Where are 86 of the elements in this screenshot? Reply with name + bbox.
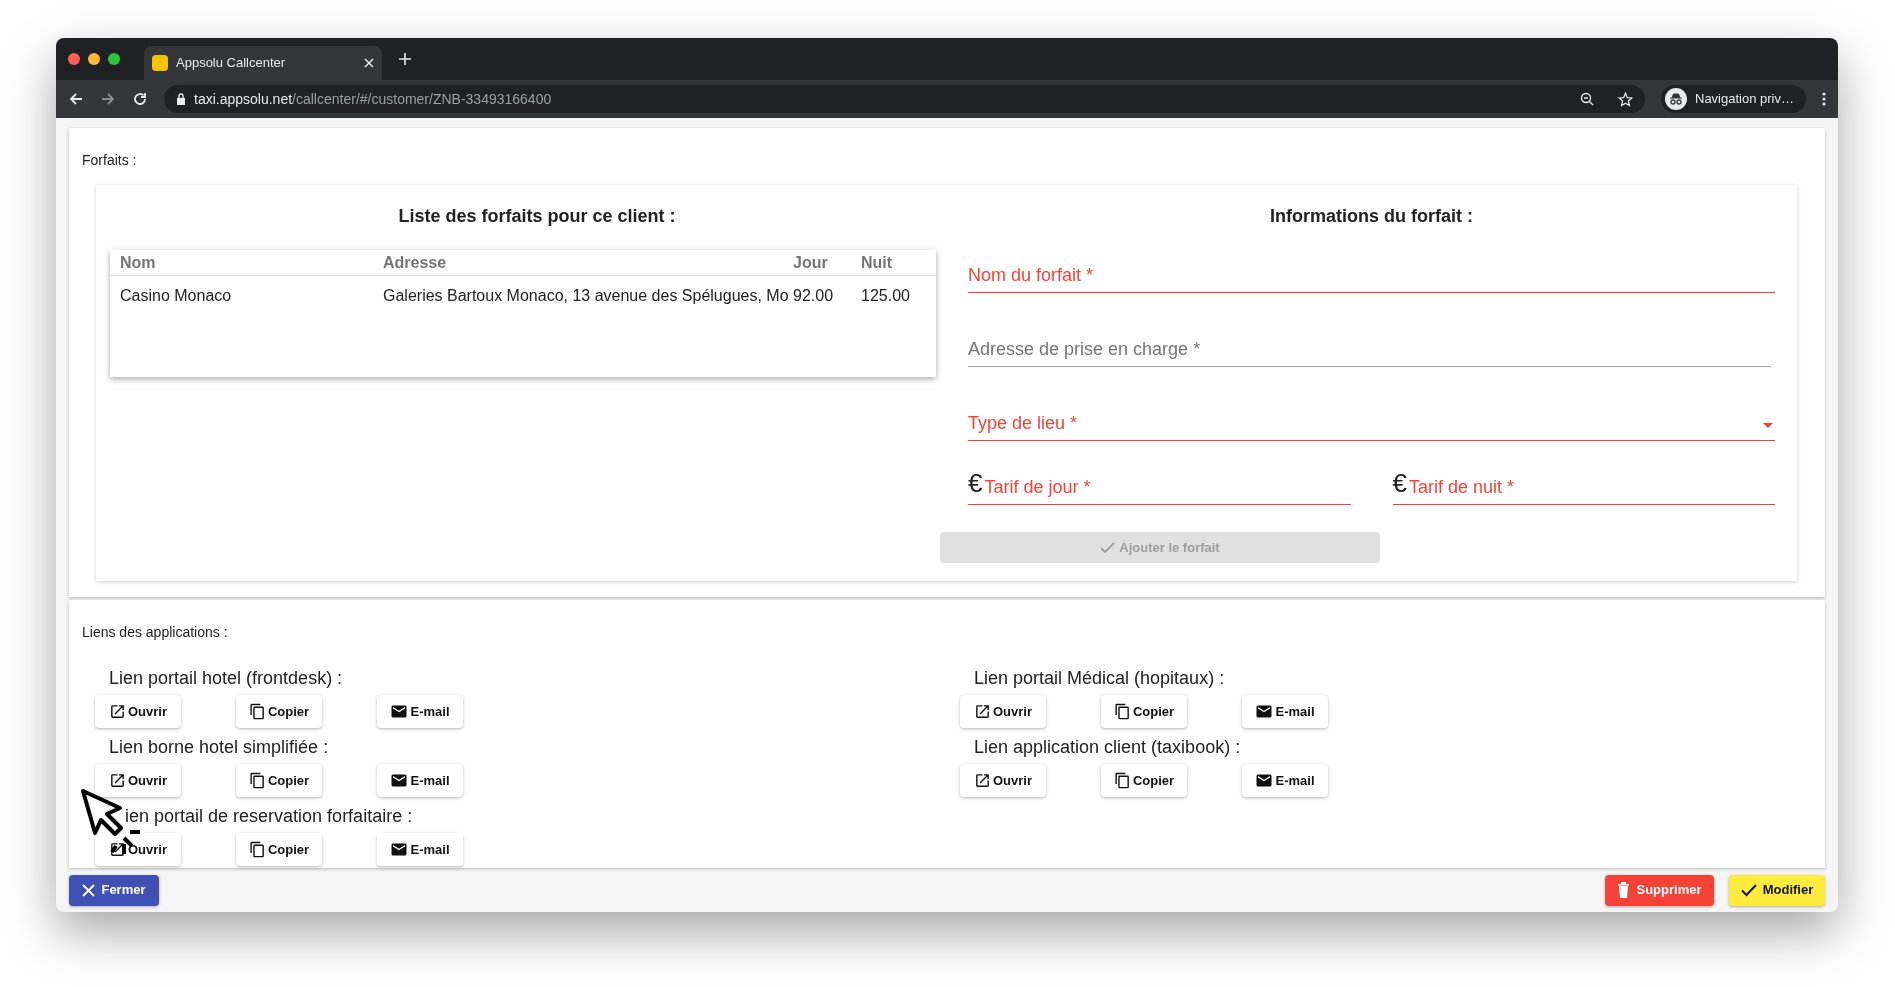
open-external-icon xyxy=(974,703,991,720)
open-external-icon xyxy=(974,772,991,789)
incognito-icon xyxy=(1665,88,1687,110)
input-field[interactable]: Adresse de prise en charge * xyxy=(968,337,1771,367)
copy-icon xyxy=(1113,702,1131,721)
column-header: Nom xyxy=(119,252,157,273)
envelope-icon xyxy=(390,842,409,857)
input-field[interactable]: Type de lieu * xyxy=(968,411,1775,441)
more-menu-icon[interactable] xyxy=(1822,92,1826,106)
link-group-title: Lien borne hotel simplifiée : xyxy=(108,736,330,758)
copy-link-button[interactable]: Copier xyxy=(1101,764,1187,797)
column-header: Adresse xyxy=(383,252,448,273)
open-external-icon xyxy=(109,772,126,789)
email-link-button[interactable]: E-mail xyxy=(1242,695,1328,728)
modify-button[interactable]: Modifier xyxy=(1729,874,1825,906)
section-label: Forfaits : xyxy=(82,151,138,170)
star-icon[interactable] xyxy=(1618,91,1633,107)
open-link-button[interactable]: Ouvrir xyxy=(960,764,1046,797)
zoom-out-icon[interactable] xyxy=(1580,92,1594,106)
column-header: Jour xyxy=(793,252,829,273)
section-label: Liens des applications : xyxy=(82,623,229,642)
link-group-title: Lien portail hotel (frontdesk) : xyxy=(108,667,344,689)
copy-link-button[interactable]: Copier xyxy=(236,695,322,728)
dropdown-caret-icon xyxy=(1763,423,1773,428)
envelope-icon xyxy=(1255,704,1274,719)
open-link-button[interactable]: Ouvrir xyxy=(960,695,1046,728)
check-icon xyxy=(1100,541,1116,554)
email-link-button[interactable]: E-mail xyxy=(377,833,463,866)
envelope-icon xyxy=(390,773,409,788)
tab-title: Appsolu Callcenter xyxy=(176,54,287,73)
email-link-button[interactable]: E-mail xyxy=(377,764,463,797)
copy-link-button[interactable]: Copier xyxy=(236,833,322,866)
field-label: Tarif de nuit * xyxy=(1408,476,1516,499)
trash-icon xyxy=(1617,882,1631,898)
profile-label: Navigation priv… xyxy=(1695,90,1794,109)
link-group-title: ien portail de reservation forfaitaire : xyxy=(124,805,414,827)
email-link-button[interactable]: E-mail xyxy=(1242,764,1328,797)
copy-icon xyxy=(248,702,266,721)
open-link-button[interactable]: Ouvrir xyxy=(95,833,181,866)
link-group-title: Lien portail Médical (hopitaux) : xyxy=(973,667,1226,689)
minimize-window-icon[interactable] xyxy=(88,53,100,65)
table-cell-text: 92.00 xyxy=(793,286,835,306)
profile-chip[interactable]: Navigation priv… xyxy=(1661,85,1806,113)
list-title: Liste des forfaits pour ce client : xyxy=(397,205,677,228)
close-window-icon[interactable] xyxy=(68,53,80,65)
envelope-icon xyxy=(1255,773,1274,788)
open-link-button[interactable]: Ouvrir xyxy=(95,695,181,728)
copy-link-button[interactable]: Copier xyxy=(1101,695,1187,728)
forward-arrow-icon[interactable] xyxy=(100,91,116,107)
delete-button[interactable]: Supprimer xyxy=(1605,874,1714,906)
input-field[interactable]: €Tarif de nuit * xyxy=(1392,469,1775,505)
euro-symbol: € xyxy=(968,470,983,496)
copy-icon xyxy=(1113,771,1131,790)
input-field[interactable]: €Tarif de jour * xyxy=(968,469,1351,505)
open-external-icon xyxy=(109,703,126,720)
back-arrow-icon[interactable] xyxy=(68,91,84,107)
table-cell-text: Casino Monaco xyxy=(119,286,233,306)
input-field[interactable]: Nom du forfait * xyxy=(968,263,1775,293)
close-tab-icon[interactable] xyxy=(364,58,374,68)
copy-icon xyxy=(248,771,266,790)
url-text: taxi.appsolu.net/callcenter/#/customer/ZNB-33493166400 xyxy=(194,89,553,109)
reload-icon[interactable] xyxy=(132,91,148,107)
field-label: Adresse de prise en charge * xyxy=(968,338,1202,361)
email-link-button[interactable]: E-mail xyxy=(377,695,463,728)
new-tab-icon[interactable] xyxy=(398,52,412,66)
close-button[interactable]: Fermer xyxy=(69,874,159,906)
open-link-button[interactable]: Ouvrir xyxy=(95,764,181,797)
form-title: Informations du forfait : xyxy=(1269,205,1474,228)
table-cell-text: 125.00 xyxy=(861,286,911,306)
copy-link-button[interactable]: Copier xyxy=(236,764,322,797)
check-icon xyxy=(1740,883,1757,897)
address-bar[interactable]: taxi.appsolu.net/callcenter/#/customer/ZNB-33493166400 xyxy=(164,85,1645,113)
column-header: Nuit xyxy=(861,252,894,273)
browser-tab[interactable]: Appsolu Callcenter xyxy=(144,46,382,80)
lock-icon xyxy=(176,93,186,105)
open-external-icon xyxy=(109,841,126,858)
envelope-icon xyxy=(390,704,409,719)
close-icon xyxy=(82,883,96,897)
euro-symbol: € xyxy=(1392,470,1407,496)
field-label: Type de lieu * xyxy=(968,412,1079,435)
copy-icon xyxy=(248,840,266,859)
link-group-title: Lien application client (taxibook) : xyxy=(973,736,1242,758)
field-label: Tarif de jour * xyxy=(984,476,1092,499)
table-cell-text: Galeries Bartoux Monaco, 13 avenue des Spélugues, Mo xyxy=(383,286,790,306)
field-label: Nom du forfait * xyxy=(968,264,1095,287)
maximize-window-icon[interactable] xyxy=(108,53,120,65)
